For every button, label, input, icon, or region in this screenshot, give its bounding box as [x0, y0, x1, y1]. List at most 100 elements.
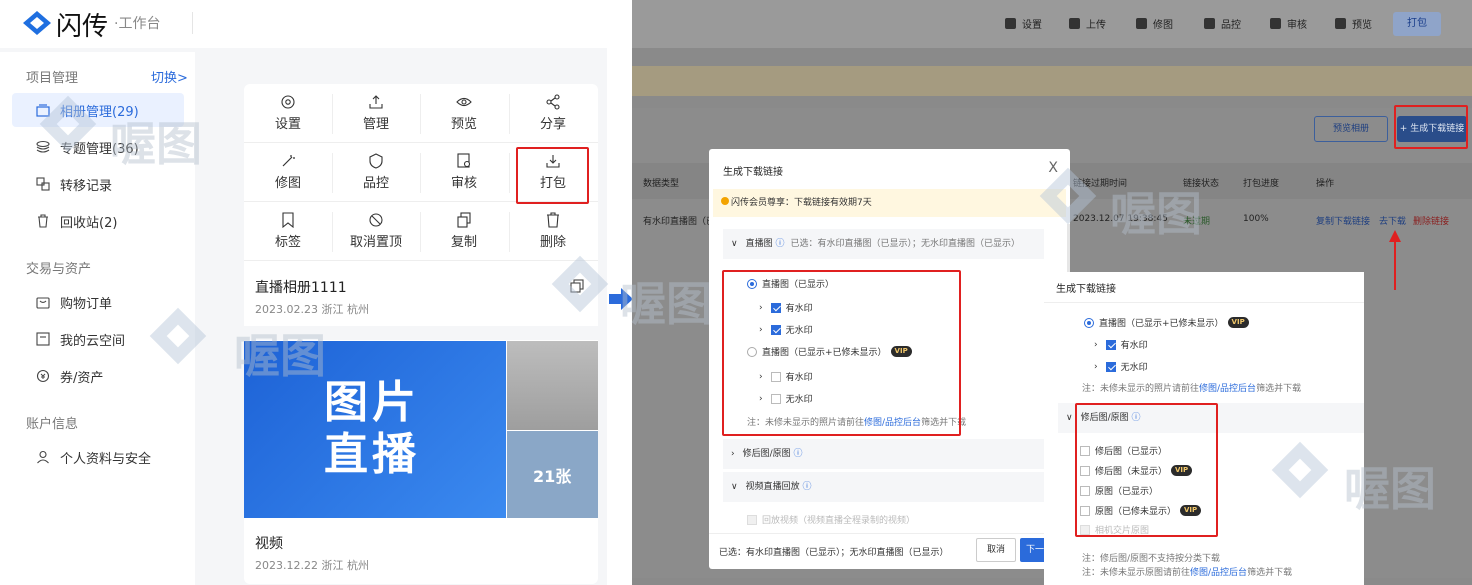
check-watermark-on[interactable]: › 有水印 [1094, 338, 1148, 351]
share-button[interactable]: 分享 [509, 84, 597, 142]
upload-icon [369, 95, 383, 109]
chevron-down-icon: ∨ [731, 482, 738, 492]
vip-notice: 闪传会员尊享：下载链接有效期7天 [713, 189, 1066, 217]
sidebar-item-label: 券/资产 [60, 370, 104, 386]
section-summary: 已选：有水印直播图（已显示）；无水印直播图（已显示） [790, 239, 1021, 249]
cancel-button[interactable]: 取消 [976, 538, 1016, 562]
go-download-button[interactable]: 去下载 [1379, 214, 1406, 227]
retouch-button[interactable]: 修图 [244, 143, 332, 201]
toolbar-preview[interactable]: 预览 [1335, 16, 1372, 31]
hint-text: 注：未修未显示的照片请前往修图/品控后台筛选并下载 [1082, 381, 1301, 394]
review-button[interactable]: 审核 [420, 143, 508, 201]
help-icon: ⓘ [802, 482, 812, 492]
highlight-box [1075, 403, 1218, 537]
option-label: 直播图（已显示+已修未显示） [1099, 319, 1224, 329]
copy-button[interactable]: 复制 [420, 202, 508, 260]
section-video-header[interactable]: ∨ 视频直播回放 ⓘ [723, 472, 1044, 502]
coupon-icon [36, 369, 50, 383]
watermark-text: 喔图 [620, 277, 712, 331]
user-icon [37, 450, 49, 464]
sidebar-item-orders[interactable]: 购物订单 [12, 285, 184, 319]
logo-diamond-icon [23, 11, 51, 35]
watermark-text: 喔图 [110, 117, 202, 171]
highlight-box [722, 270, 961, 436]
section-retouch-header[interactable]: › 修后图/原图 ⓘ [723, 439, 1044, 469]
transfer-icon [36, 177, 50, 191]
shield-icon [369, 153, 383, 169]
unpin-button[interactable]: 取消置顶 [332, 202, 420, 260]
action-label: 管理 [362, 117, 389, 132]
gear-icon [281, 95, 295, 109]
quality-control-button[interactable]: 品控 [332, 143, 420, 201]
action-label: 设置 [274, 117, 301, 132]
sidebar-item-label: 回收站(2) [60, 215, 118, 231]
preview-button[interactable]: 预览 [420, 84, 508, 142]
chevron-right-icon: › [1094, 339, 1098, 350]
column-header: 操作 [1316, 179, 1335, 189]
delete-button[interactable]: 删除 [509, 202, 597, 260]
close-icon[interactable]: X [1048, 160, 1058, 176]
delete-link-button[interactable]: 删除链接 [1413, 214, 1449, 227]
checkbox-icon [747, 514, 757, 525]
action-label: 审核 [450, 176, 477, 191]
share-icon [546, 94, 560, 110]
section-title-project: 项目管理 [26, 71, 79, 86]
retouch-backend-link[interactable]: 修图/品控后台 [1199, 384, 1256, 394]
section-title-trade: 交易与资产 [26, 262, 92, 277]
video-date: 2023.12.22 浙江 杭州 [255, 559, 369, 572]
hint-text: 注：修后图/原图不支持按分类下载 [1082, 554, 1221, 564]
section-title-account: 账户信息 [26, 417, 79, 432]
tag-button[interactable]: 标签 [244, 202, 332, 260]
section-label: 直播图 [745, 239, 773, 249]
sidebar-item-recycle[interactable]: 回收站(2) [12, 204, 184, 238]
check-watermark-off[interactable]: › 无水印 [1094, 360, 1148, 373]
toolbar-settings[interactable]: 设置 [1005, 16, 1042, 31]
action-label: 删除 [539, 235, 566, 250]
dialog-title: 生成下载链接 [1056, 284, 1116, 295]
retouch-backend-link[interactable]: 修图/品控后台 [1190, 568, 1247, 578]
toolbar-quality[interactable]: 品控 [1204, 16, 1241, 31]
copy-link-button[interactable]: 复制下载链接 [1316, 214, 1370, 227]
eye-icon [456, 97, 472, 107]
brand-subtitle: ·工作台 [114, 16, 161, 32]
toolbar-review[interactable]: 审核 [1270, 16, 1307, 31]
manage-button[interactable]: 管理 [332, 84, 420, 142]
option-label: 回放视频（视频直播全程录制的视频） [762, 516, 916, 526]
sidebar-item-label: 购物订单 [60, 296, 113, 312]
footer-selection: 已选：有水印直播图（已显示）；无水印直播图（已显示） [719, 548, 949, 558]
sidebar-item-profile[interactable]: 个人资料与安全 [12, 440, 184, 474]
action-label: 修图 [274, 176, 301, 191]
layers-icon [36, 140, 50, 153]
trash-icon [38, 214, 48, 228]
video-title[interactable]: 视频 [255, 533, 283, 553]
note-text: 筛选并下载 [1256, 384, 1302, 394]
album-title[interactable]: 直播相册1111 [255, 277, 347, 297]
cloud-storage-icon [36, 332, 50, 346]
toolbar-package[interactable]: 打包 [1393, 12, 1441, 36]
copy-icon [457, 212, 471, 228]
radio-live-all[interactable]: 直播图（已显示+已修未显示） VIP [1084, 316, 1249, 329]
help-icon: ⓘ [775, 239, 785, 249]
table-cell: 100% [1243, 214, 1269, 224]
vip-badge: VIP [1227, 317, 1249, 328]
divider [192, 12, 193, 34]
album-thumbnail[interactable] [507, 341, 598, 430]
section-live-header[interactable]: ∨ 直播图 ⓘ 已选：有水印直播图（已显示）；无水印直播图（已显示） [723, 229, 1044, 259]
switch-link[interactable]: 切换> [151, 67, 188, 86]
settings-button[interactable]: 设置 [244, 84, 332, 142]
toolbar-retouch[interactable]: 修图 [1136, 16, 1173, 31]
cover-line: 图片 [324, 377, 420, 428]
eye-icon [1335, 18, 1346, 29]
sidebar-item-coupons[interactable]: 券/资产 [12, 359, 184, 393]
chevron-right-icon: › [731, 449, 735, 459]
action-label: 分享 [539, 117, 566, 132]
top-bar: 闪传 ·工作台 [0, 0, 607, 48]
album-date: 2023.02.23 浙江 杭州 [255, 303, 369, 316]
divider [1044, 302, 1364, 303]
toolbar-label: 设置 [1022, 20, 1042, 31]
watermark-text: 喔图 [234, 329, 326, 383]
check-video-replay[interactable]: 回放视频（视频直播全程录制的视频） [747, 513, 915, 526]
album-thumbnail[interactable]: 21张 [507, 431, 598, 518]
preview-album-button[interactable]: 预览相册 [1314, 116, 1388, 142]
toolbar-upload[interactable]: 上传 [1069, 16, 1106, 31]
